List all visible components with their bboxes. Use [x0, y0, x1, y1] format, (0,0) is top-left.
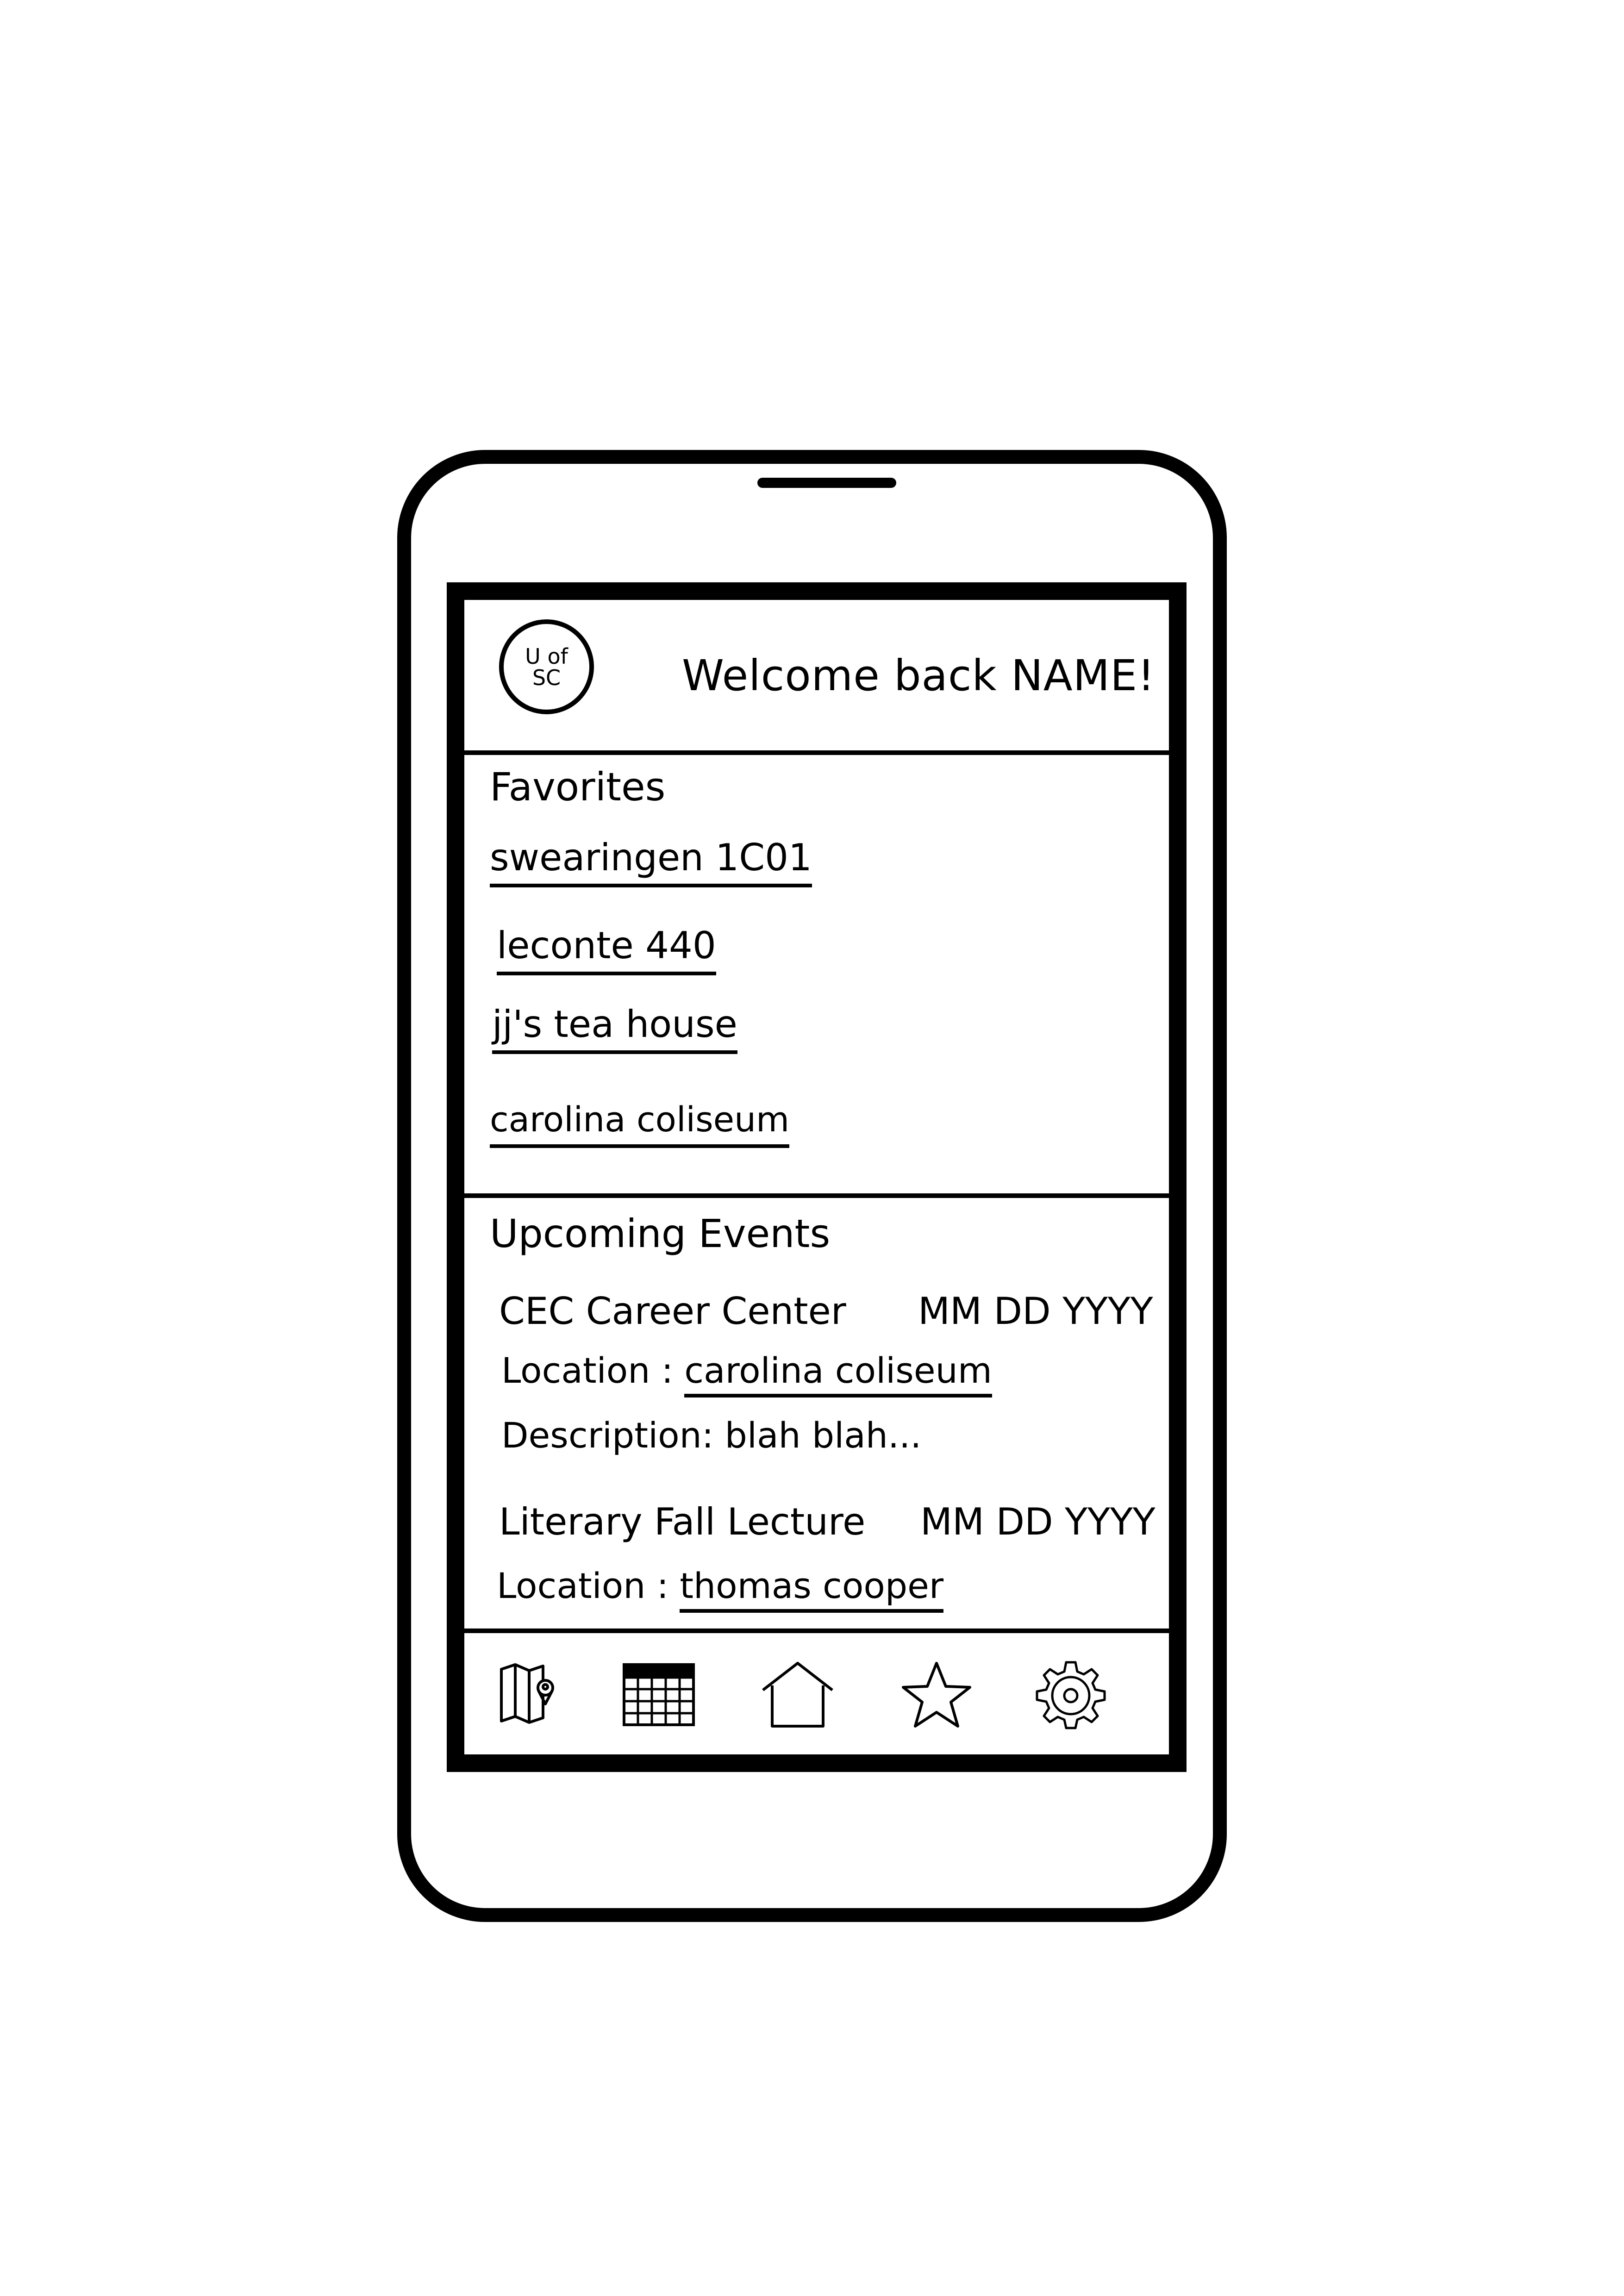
event-name[interactable]: CEC Career Center [499, 1290, 846, 1333]
event-location-link[interactable]: thomas cooper [680, 1565, 944, 1613]
event-location-row: Location : carolina coliseum [501, 1350, 992, 1398]
logo-text-line2: SC [532, 665, 561, 690]
favorite-link-swearingen[interactable]: swearingen 1C01 [490, 836, 812, 887]
uofsc-logo: U of SC [499, 619, 594, 714]
events-divider [464, 1628, 1169, 1633]
event-date: MM DD YYYY [918, 1290, 1153, 1333]
app-screen: U of SC Welcome back NAME! Favorites swe… [447, 582, 1187, 1772]
favorite-link-leconte[interactable]: leconte 440 [497, 924, 716, 975]
event-date: MM DD YYYY [920, 1500, 1156, 1543]
home-icon[interactable] [751, 1658, 844, 1732]
location-label: Location : [501, 1350, 674, 1391]
star-icon[interactable] [890, 1658, 983, 1732]
welcome-message: Welcome back NAME! [682, 651, 1156, 700]
event-name[interactable]: Literary Fall Lecture [499, 1500, 865, 1543]
location-label: Location : [497, 1565, 669, 1606]
event-description: blah blah... [725, 1415, 922, 1456]
favorite-link-jjs-tea-house[interactable]: jj's tea house [492, 1003, 737, 1054]
logo-text-line1: U of [525, 643, 568, 669]
event-location-link[interactable]: carolina coliseum [684, 1350, 992, 1398]
event-location-row: Location : thomas cooper [497, 1565, 944, 1613]
gear-icon[interactable] [1024, 1658, 1117, 1732]
phone-speaker [757, 478, 896, 488]
event-description-row: Description: blah blah... [501, 1415, 921, 1456]
map-icon[interactable] [478, 1658, 571, 1732]
header-divider [464, 750, 1169, 755]
favorites-title: Favorites [490, 764, 666, 810]
calendar-icon[interactable] [612, 1658, 705, 1732]
upcoming-events-title: Upcoming Events [490, 1211, 831, 1256]
description-label: Description: [501, 1415, 714, 1456]
favorite-link-carolina-coliseum[interactable]: carolina coliseum [490, 1100, 790, 1148]
favorites-divider [464, 1193, 1169, 1198]
